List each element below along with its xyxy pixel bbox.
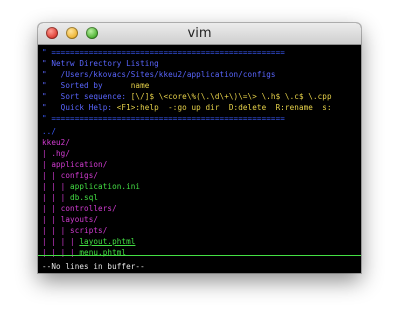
tree-row[interactable]: | | | | menu.phtml [42, 247, 126, 258]
header-sorted-by: " Sorted by name [42, 80, 149, 91]
directory-name[interactable]: controllers/ [61, 204, 117, 213]
tree-prefix: | | | | [42, 237, 80, 246]
sort-sequence-value: [\/]$ \<core\%(\.\d\+\)\=\> \.h$ \.c$ \.… [130, 92, 332, 101]
quick-help-label: " Quick Help: [42, 103, 117, 112]
tree-prefix: | | [42, 215, 61, 224]
file-name[interactable]: layout.phtml [79, 237, 135, 246]
tree-row[interactable]: | application/ [42, 159, 107, 170]
header-quick-help: " Quick Help: <F1>:help -:go up dir D:de… [42, 102, 332, 113]
directory-name[interactable]: configs/ [61, 171, 98, 180]
tree-row[interactable]: | | controllers/ [42, 203, 117, 214]
vim-window: vim " ==================================… [38, 23, 361, 273]
tree-row[interactable]: | | configs/ [42, 170, 98, 181]
tree-row[interactable]: | | | application.ini [42, 181, 140, 192]
directory-name[interactable]: layouts/ [61, 215, 98, 224]
tree-prefix: | | | [42, 226, 71, 235]
tree-prefix: | | | [42, 193, 71, 202]
sort-sequence-label: " Sort sequence: [42, 92, 131, 101]
file-name[interactable]: application.ini [70, 182, 140, 191]
sorted-by-label: " Sorted by [42, 81, 131, 90]
header-sort-sequence: " Sort sequence: [\/]$ \<core\%(\.\d\+\)… [42, 91, 332, 102]
tree-prefix: | | | [42, 182, 71, 191]
directory-name[interactable]: scripts/ [70, 226, 107, 235]
tree-prefix: | | [42, 204, 61, 213]
tree-row[interactable]: | | layouts/ [42, 214, 98, 225]
tree-row[interactable]: | | | | layout.phtml [42, 236, 135, 247]
tree-row[interactable]: | | | db.sql [42, 192, 98, 203]
title-bar[interactable]: vim [38, 23, 361, 45]
header-title: " Netrw Directory Listing [42, 59, 159, 68]
header-rule-top: " ======================================… [42, 48, 285, 57]
tree-row[interactable]: | .hg/ [42, 148, 70, 159]
terminal-buffer[interactable]: " ======================================… [38, 45, 361, 273]
directory-name[interactable]: application/ [51, 160, 107, 169]
directory-name[interactable]: .hg/ [51, 149, 70, 158]
header-path: " /Users/kkovacs/Sites/kkeu2/application… [42, 70, 276, 79]
cursor-line [38, 255, 361, 256]
root-dir-entry[interactable]: kkeu2/ [42, 137, 70, 148]
quick-help-value: <F1>:help -:go up dir D:delete R:rename … [116, 103, 332, 112]
sorted-by-value: name [130, 81, 150, 90]
tree-prefix: | [42, 160, 52, 169]
window-title: vim [187, 26, 212, 41]
file-name[interactable]: db.sql [70, 193, 98, 202]
header-rule-bottom: " ======================================… [42, 114, 285, 123]
status-message: --No lines in buffer-- [42, 262, 145, 271]
tree-row[interactable]: | | | scripts/ [42, 225, 107, 236]
parent-dir-entry[interactable]: ../ [42, 126, 56, 137]
tree-prefix: | | [42, 171, 61, 180]
tree-prefix: | [42, 149, 52, 158]
